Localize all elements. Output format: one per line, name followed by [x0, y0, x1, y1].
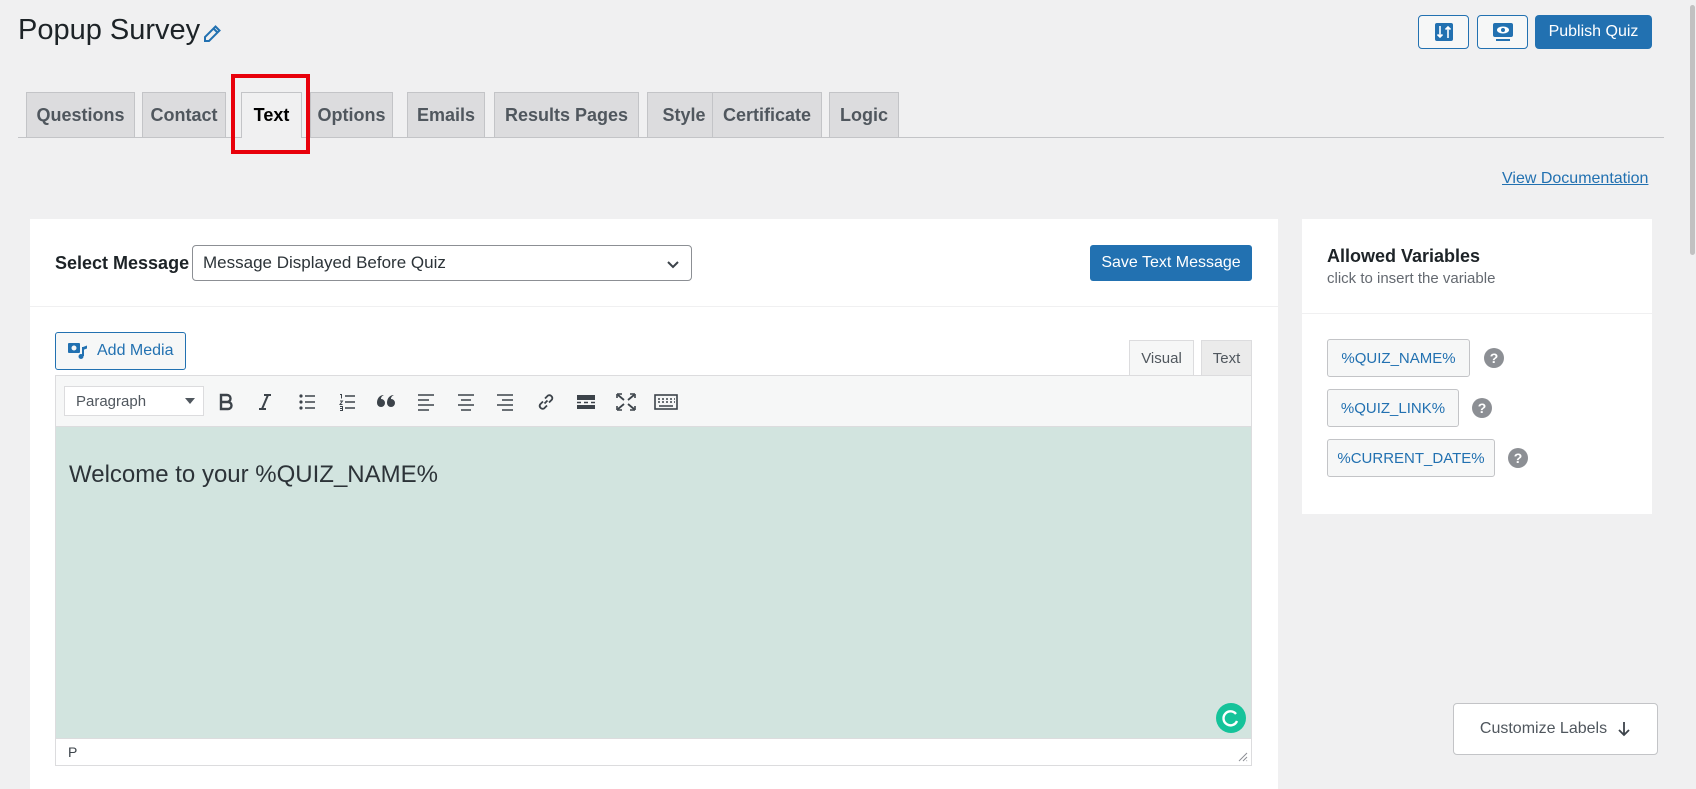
- format-select-value: Paragraph: [76, 392, 147, 410]
- link-icon: [538, 394, 554, 410]
- toolbar-toggle-button[interactable]: [652, 388, 680, 416]
- tab-visual[interactable]: Visual: [1129, 340, 1194, 376]
- read-more-button[interactable]: [572, 388, 600, 416]
- bold-button[interactable]: [212, 388, 240, 416]
- media-icon: [68, 343, 87, 359]
- editor-text[interactable]: Welcome to your %QUIZ_NAME%: [69, 461, 438, 489]
- grammarly-icon[interactable]: [1216, 703, 1246, 733]
- page-title: Popup Survey: [18, 14, 201, 46]
- numbered-list-button[interactable]: [333, 388, 361, 416]
- insert-link-button[interactable]: [532, 388, 560, 416]
- help-icon[interactable]: ?: [1484, 348, 1504, 368]
- publish-quiz-button[interactable]: Publish Quiz: [1535, 15, 1652, 49]
- tab-logic[interactable]: Logic: [829, 92, 899, 137]
- align-left-button[interactable]: [412, 388, 440, 416]
- read-more-icon: [577, 395, 595, 409]
- arrow-down-icon: [1618, 722, 1630, 737]
- allowed-variables-title: Allowed Variables: [1327, 246, 1481, 266]
- select-message-label: Select Message: [55, 253, 190, 273]
- divider: [1302, 313, 1652, 314]
- fullscreen-icon: [616, 393, 636, 411]
- caret-down-icon: [185, 398, 195, 404]
- keyboard-icon: [654, 394, 678, 410]
- add-media-label: Add Media: [97, 342, 174, 359]
- variable-current-date[interactable]: %CURRENT_DATE%: [1327, 439, 1495, 477]
- variable-quiz-name[interactable]: %QUIZ_NAME%: [1327, 339, 1470, 377]
- fullscreen-button[interactable]: [612, 388, 640, 416]
- align-left-icon: [418, 394, 434, 411]
- quote-icon: [377, 395, 395, 407]
- italic-icon: [259, 394, 271, 410]
- tab-style[interactable]: Style: [647, 92, 721, 137]
- pencil-icon[interactable]: [202, 24, 224, 46]
- preview-button[interactable]: [1477, 15, 1528, 49]
- editor-statusbar: [55, 738, 1252, 766]
- save-text-message-button[interactable]: Save Text Message: [1090, 245, 1252, 281]
- chevron-down-icon: [667, 261, 679, 269]
- numbered-list-icon: [339, 394, 355, 411]
- help-icon[interactable]: ?: [1472, 398, 1492, 418]
- tab-results-pages[interactable]: Results Pages: [494, 92, 639, 137]
- tab-emails[interactable]: Emails: [407, 92, 485, 137]
- allowed-variables-subtitle: click to insert the variable: [1327, 270, 1496, 287]
- bold-icon: [219, 393, 233, 411]
- italic-button[interactable]: [251, 388, 279, 416]
- sort-icon: [1434, 23, 1453, 41]
- tab-text-editor[interactable]: Text: [1201, 340, 1252, 376]
- scrollbar-thumb[interactable]: [1690, 5, 1695, 255]
- add-media-button[interactable]: Add Media: [55, 332, 186, 370]
- help-icon[interactable]: ?: [1508, 448, 1528, 468]
- customize-labels-text: Customize Labels: [1479, 720, 1608, 737]
- divider: [30, 306, 1278, 307]
- element-path: P: [68, 744, 78, 760]
- sort-settings-button[interactable]: [1418, 15, 1469, 49]
- tab-contact[interactable]: Contact: [142, 92, 226, 137]
- blockquote-button[interactable]: [372, 388, 400, 416]
- bulleted-list-icon: [299, 394, 315, 410]
- customize-labels-button[interactable]: Customize Labels: [1453, 703, 1658, 755]
- tab-options[interactable]: Options: [310, 92, 393, 137]
- tab-certificate[interactable]: Certificate: [712, 92, 822, 137]
- message-select[interactable]: Message Displayed Before Quiz: [192, 245, 692, 281]
- variable-quiz-link[interactable]: %QUIZ_LINK%: [1327, 389, 1459, 427]
- tab-questions[interactable]: Questions: [26, 92, 135, 137]
- message-select-value: Message Displayed Before Quiz: [203, 253, 446, 272]
- monitor-eye-icon: [1492, 23, 1513, 41]
- align-right-button[interactable]: [491, 388, 519, 416]
- bulleted-list-button[interactable]: [293, 388, 321, 416]
- resize-handle-icon[interactable]: [1236, 749, 1248, 767]
- tab-highlight-box: [231, 74, 310, 154]
- view-documentation-link[interactable]: View Documentation: [1502, 170, 1648, 188]
- format-select[interactable]: Paragraph: [64, 386, 204, 416]
- align-right-icon: [497, 394, 513, 411]
- align-center-icon: [458, 394, 474, 411]
- align-center-button[interactable]: [452, 388, 480, 416]
